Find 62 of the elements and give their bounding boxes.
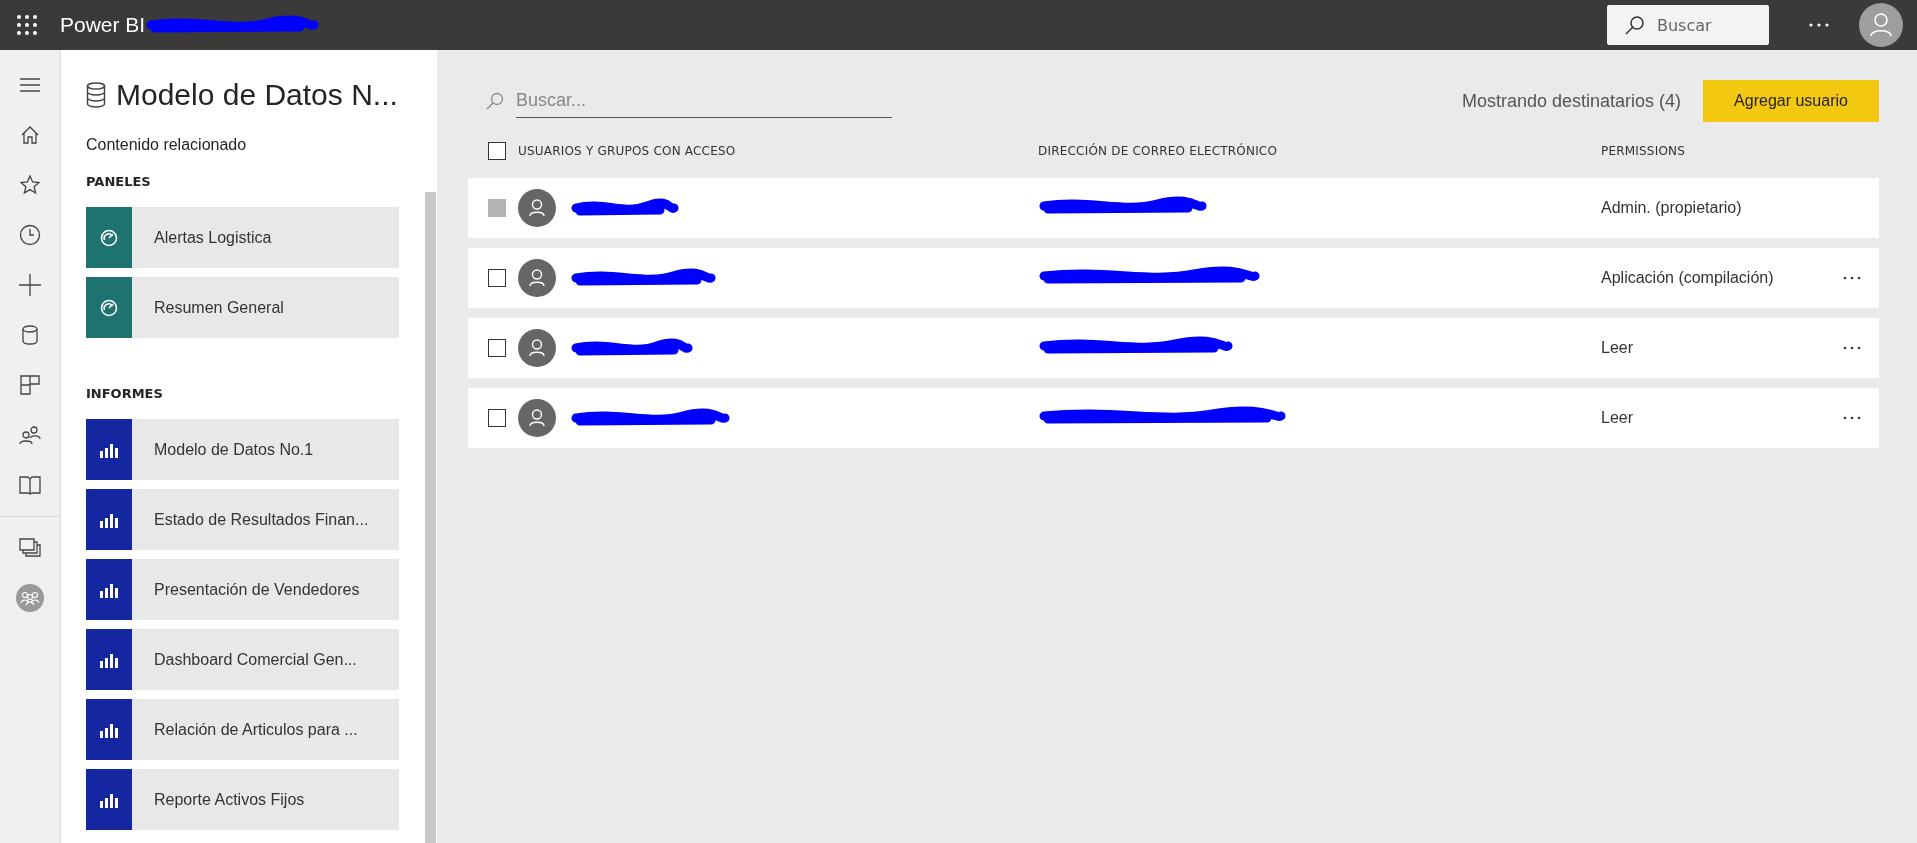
column-header: USUARIOS Y GRUPOS CON ACCESO bbox=[518, 144, 737, 158]
bar-chart-icon bbox=[100, 511, 118, 528]
person-icon bbox=[529, 269, 545, 287]
report-tile[interactable]: Relación de Articulos para ... bbox=[86, 699, 399, 760]
more-icon bbox=[1809, 23, 1829, 27]
section-heading: PANELES bbox=[86, 174, 152, 189]
search-input[interactable]: Buscar... bbox=[516, 84, 892, 118]
profile-avatar[interactable] bbox=[1859, 3, 1903, 47]
more-icon bbox=[1843, 276, 1861, 280]
search-field[interactable]: Buscar bbox=[1607, 5, 1769, 45]
section-heading: INFORMES bbox=[86, 386, 164, 401]
row-checkbox[interactable] bbox=[488, 409, 506, 427]
layout-icon bbox=[20, 375, 40, 395]
person-icon bbox=[1870, 13, 1892, 37]
bar-chart-icon bbox=[100, 441, 118, 458]
person-icon bbox=[529, 199, 545, 217]
gauge-icon bbox=[100, 298, 118, 317]
add-user-button[interactable]: Agregar usuario bbox=[1703, 80, 1879, 122]
row-checkbox[interactable] bbox=[488, 269, 506, 287]
permission-text: Aplicación (compilación) bbox=[1601, 269, 1775, 287]
clock-icon bbox=[19, 224, 41, 246]
bar-chart-icon bbox=[100, 651, 118, 668]
column-header: DIRECCIÓN DE CORREO ELECTRÓNICO bbox=[1038, 144, 1279, 158]
app-title: Power BI bbox=[60, 13, 146, 37]
group-icon bbox=[16, 584, 44, 612]
permission-text: Leer bbox=[1601, 339, 1635, 357]
more-icon bbox=[1843, 346, 1861, 350]
workspaces-icon bbox=[19, 538, 41, 558]
person-icon bbox=[529, 409, 545, 427]
app-launcher-icon[interactable] bbox=[16, 14, 38, 36]
plus-icon bbox=[19, 274, 41, 296]
star-icon bbox=[20, 175, 40, 195]
search-icon bbox=[486, 92, 504, 110]
more-icon bbox=[1843, 416, 1861, 420]
menu-icon bbox=[20, 78, 40, 92]
permission-text: Admin. (propietario) bbox=[1601, 199, 1743, 217]
search-icon bbox=[1625, 15, 1645, 35]
bar-chart-icon bbox=[100, 721, 118, 738]
database-icon bbox=[22, 325, 38, 345]
gauge-icon bbox=[100, 228, 118, 247]
report-tile[interactable]: Modelo de Datos No.1 bbox=[86, 419, 399, 480]
row-checkbox[interactable] bbox=[488, 339, 506, 357]
report-tile[interactable]: Estado de Resultados Finan... bbox=[86, 489, 399, 550]
recipients-count: Mostrando destinatarios (4) bbox=[1461, 90, 1681, 112]
report-tile[interactable]: Reporte Activos Fijos bbox=[86, 769, 399, 830]
database-icon bbox=[86, 82, 106, 108]
bar-chart-icon bbox=[100, 791, 118, 808]
home-icon bbox=[20, 125, 40, 145]
dataset-title: Modelo de Datos N... bbox=[116, 78, 398, 112]
book-icon bbox=[19, 475, 41, 495]
dashboard-tile[interactable]: Resumen General bbox=[86, 277, 399, 338]
select-all-checkbox[interactable] bbox=[488, 142, 506, 160]
column-header: PERMISSIONS bbox=[1601, 144, 1687, 158]
report-tile[interactable]: Dashboard Comercial Gen... bbox=[86, 629, 399, 690]
related-content-label: Contenido relacionado bbox=[86, 136, 248, 154]
person-icon bbox=[529, 339, 545, 357]
report-tile[interactable]: Presentación de Vendedores bbox=[86, 559, 399, 620]
permission-text: Leer bbox=[1601, 409, 1635, 427]
dashboard-tile[interactable]: Alertas Logistica bbox=[86, 207, 399, 268]
people-icon bbox=[19, 425, 41, 445]
bar-chart-icon bbox=[100, 581, 118, 598]
scrollbar[interactable] bbox=[425, 192, 436, 843]
